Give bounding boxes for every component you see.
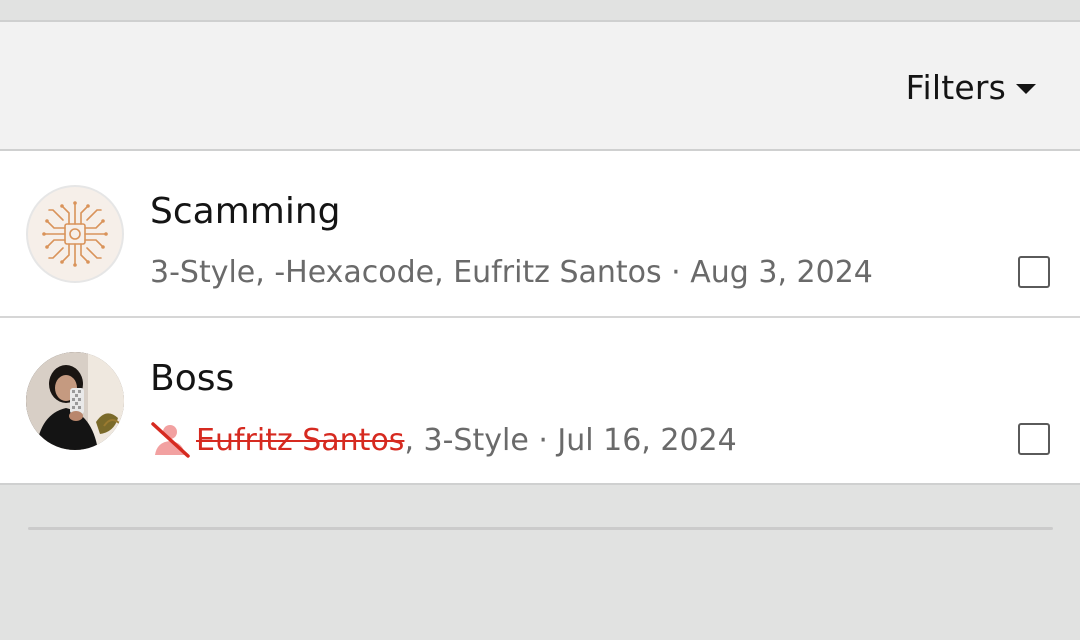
conversation-date: Jul 16, 2024 <box>557 422 737 458</box>
circuit-chip-icon <box>42 201 108 267</box>
conversation-row[interactable]: Boss Eufritz Santos , 3-Style · Jul 16, … <box>0 318 1080 485</box>
meta-separator: · <box>528 422 558 458</box>
filter-bar: Filters <box>0 20 1080 151</box>
caret-down-icon <box>1016 84 1036 94</box>
person-off-icon <box>151 422 190 458</box>
select-checkbox[interactable] <box>1018 423 1050 455</box>
removed-participant: Eufritz Santos <box>196 422 405 458</box>
participants: , 3-Style <box>404 422 529 458</box>
avatar <box>26 352 124 450</box>
filters-dropdown-button[interactable]: Filters <box>906 68 1036 107</box>
filters-label: Filters <box>905 68 1006 107</box>
conversation-date: Aug 3, 2024 <box>690 255 873 290</box>
conversation-list: Scamming 3-Style, -Hexacode, Eufritz San… <box>0 151 1080 485</box>
participants: 3-Style, -Hexacode, Eufritz Santos <box>150 255 662 290</box>
conversation-meta: Eufritz Santos , 3-Style · Jul 16, 2024 <box>150 422 737 458</box>
conversation-title: Scamming <box>150 191 341 232</box>
conversation-row[interactable]: Scamming 3-Style, -Hexacode, Eufritz San… <box>0 151 1080 318</box>
conversation-title: Boss <box>150 358 235 399</box>
top-gap <box>0 0 1080 20</box>
avatar <box>26 185 124 283</box>
select-checkbox[interactable] <box>1018 256 1050 288</box>
meta-separator: · <box>661 255 691 290</box>
footer-divider <box>28 527 1053 530</box>
conversation-meta: 3-Style, -Hexacode, Eufritz Santos · Aug… <box>150 255 873 290</box>
user-photo <box>26 352 124 450</box>
